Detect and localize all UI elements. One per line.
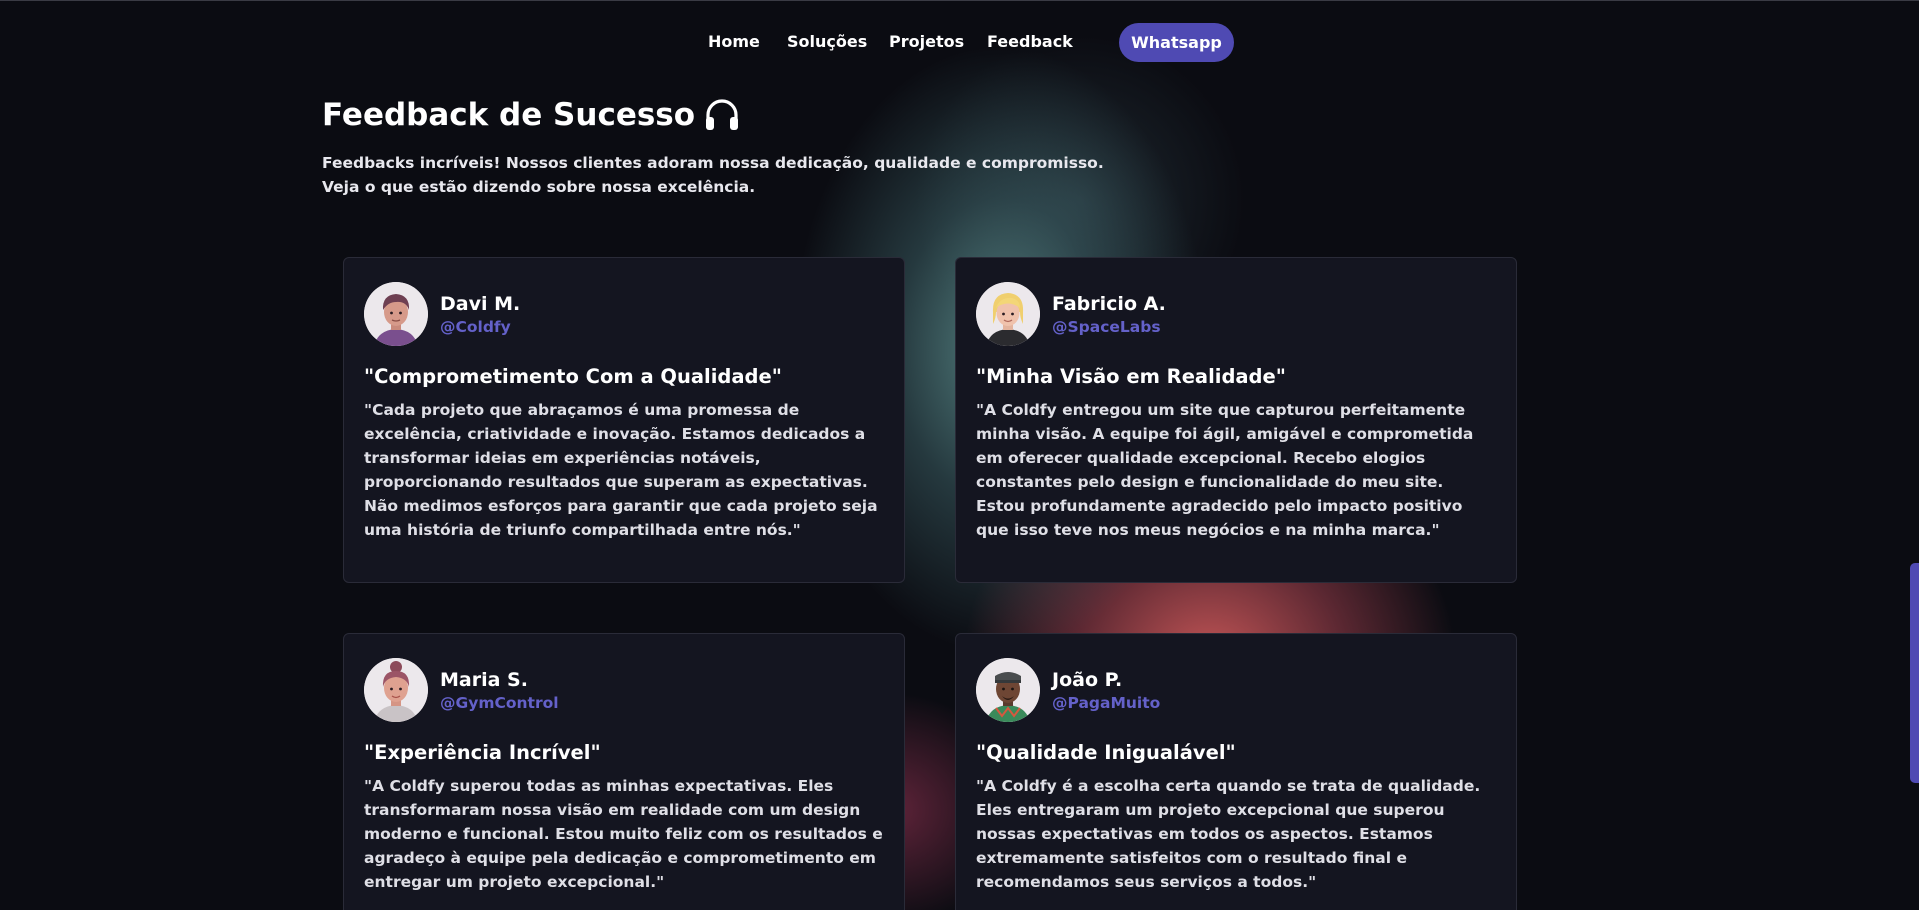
testimonial-title: "Experiência Incrível" — [364, 741, 601, 764]
author-name: Maria S. — [440, 669, 528, 691]
testimonial-card: Fabricio A. @SpaceLabs "Minha Visão em R… — [955, 257, 1517, 583]
author-handle: @PagaMuito — [1052, 694, 1161, 712]
avatar — [976, 658, 1040, 722]
page-title: Feedback de Sucesso — [322, 97, 696, 133]
testimonial-card: João P. @PagaMuito "Qualidade Inigualáve… — [955, 633, 1517, 910]
author-handle: @SpaceLabs — [1052, 318, 1161, 336]
avatar — [364, 282, 428, 346]
top-divider — [0, 0, 1919, 1]
author-handle: @Coldfy — [440, 318, 511, 336]
headphones-icon — [706, 99, 739, 130]
testimonial-text: "A Coldfy superou todas as minhas expect… — [364, 777, 883, 891]
testimonial-title: "Qualidade Inigualável" — [976, 741, 1236, 764]
page-title-row: Feedback de Sucesso — [322, 92, 1104, 138]
testimonial-author: Maria S. @GymControl — [364, 658, 884, 722]
subtitle-line-2: Veja o que estão dizendo sobre nossa exc… — [322, 178, 756, 196]
avatar — [976, 282, 1040, 346]
testimonial-text: "Cada projeto que abraçamos é uma promes… — [364, 401, 878, 539]
author-info: Davi M. @Coldfy — [440, 291, 520, 337]
top-navigation: Home Soluções Projetos Feedback Whatsapp — [0, 23, 1919, 63]
testimonial-title: "Comprometimento Com a Qualidade" — [364, 365, 782, 388]
author-info: João P. @PagaMuito — [1052, 667, 1160, 713]
testimonial-title: "Minha Visão em Realidade" — [976, 365, 1286, 388]
avatar-illustration — [364, 658, 428, 722]
testimonial-author: João P. @PagaMuito — [976, 658, 1496, 722]
author-name: Fabricio A. — [1052, 293, 1166, 315]
testimonial-card: Maria S. @GymControl "Experiência Incrív… — [343, 633, 905, 910]
page: Home Soluções Projetos Feedback Whatsapp… — [0, 0, 1919, 910]
nav-projetos-link[interactable]: Projetos — [889, 32, 964, 51]
whatsapp-button[interactable]: Whatsapp — [1119, 23, 1234, 62]
testimonial-card: Davi M. @Coldfy "Comprometimento Com a Q… — [343, 257, 905, 583]
scrollbar-thumb[interactable] — [1910, 563, 1919, 783]
avatar-illustration — [976, 282, 1040, 346]
avatar — [364, 658, 428, 722]
testimonial-text: "A Coldfy entregou um site que capturou … — [976, 401, 1474, 539]
nav-solucoes-link[interactable]: Soluções — [787, 32, 867, 51]
author-info: Maria S. @GymControl — [440, 667, 559, 713]
author-info: Fabricio A. @SpaceLabs — [1052, 291, 1166, 337]
avatar-illustration — [364, 282, 428, 346]
nav-home-link[interactable]: Home — [708, 32, 760, 51]
nav-feedback-link[interactable]: Feedback — [987, 32, 1073, 51]
testimonial-author: Davi M. @Coldfy — [364, 282, 884, 346]
author-name: Davi M. — [440, 293, 521, 315]
page-subtitle: Feedbacks incríveis! Nossos clientes ado… — [322, 151, 1104, 199]
author-name: João P. — [1052, 669, 1123, 691]
subtitle-line-1: Feedbacks incríveis! Nossos clientes ado… — [322, 154, 1104, 172]
testimonial-author: Fabricio A. @SpaceLabs — [976, 282, 1496, 346]
avatar-illustration — [976, 658, 1040, 722]
feedback-header: Feedback de Sucesso Feedbacks incríveis!… — [322, 92, 1104, 199]
testimonial-text: "A Coldfy é a escolha certa quando se tr… — [976, 777, 1481, 891]
author-handle: @GymControl — [440, 694, 559, 712]
